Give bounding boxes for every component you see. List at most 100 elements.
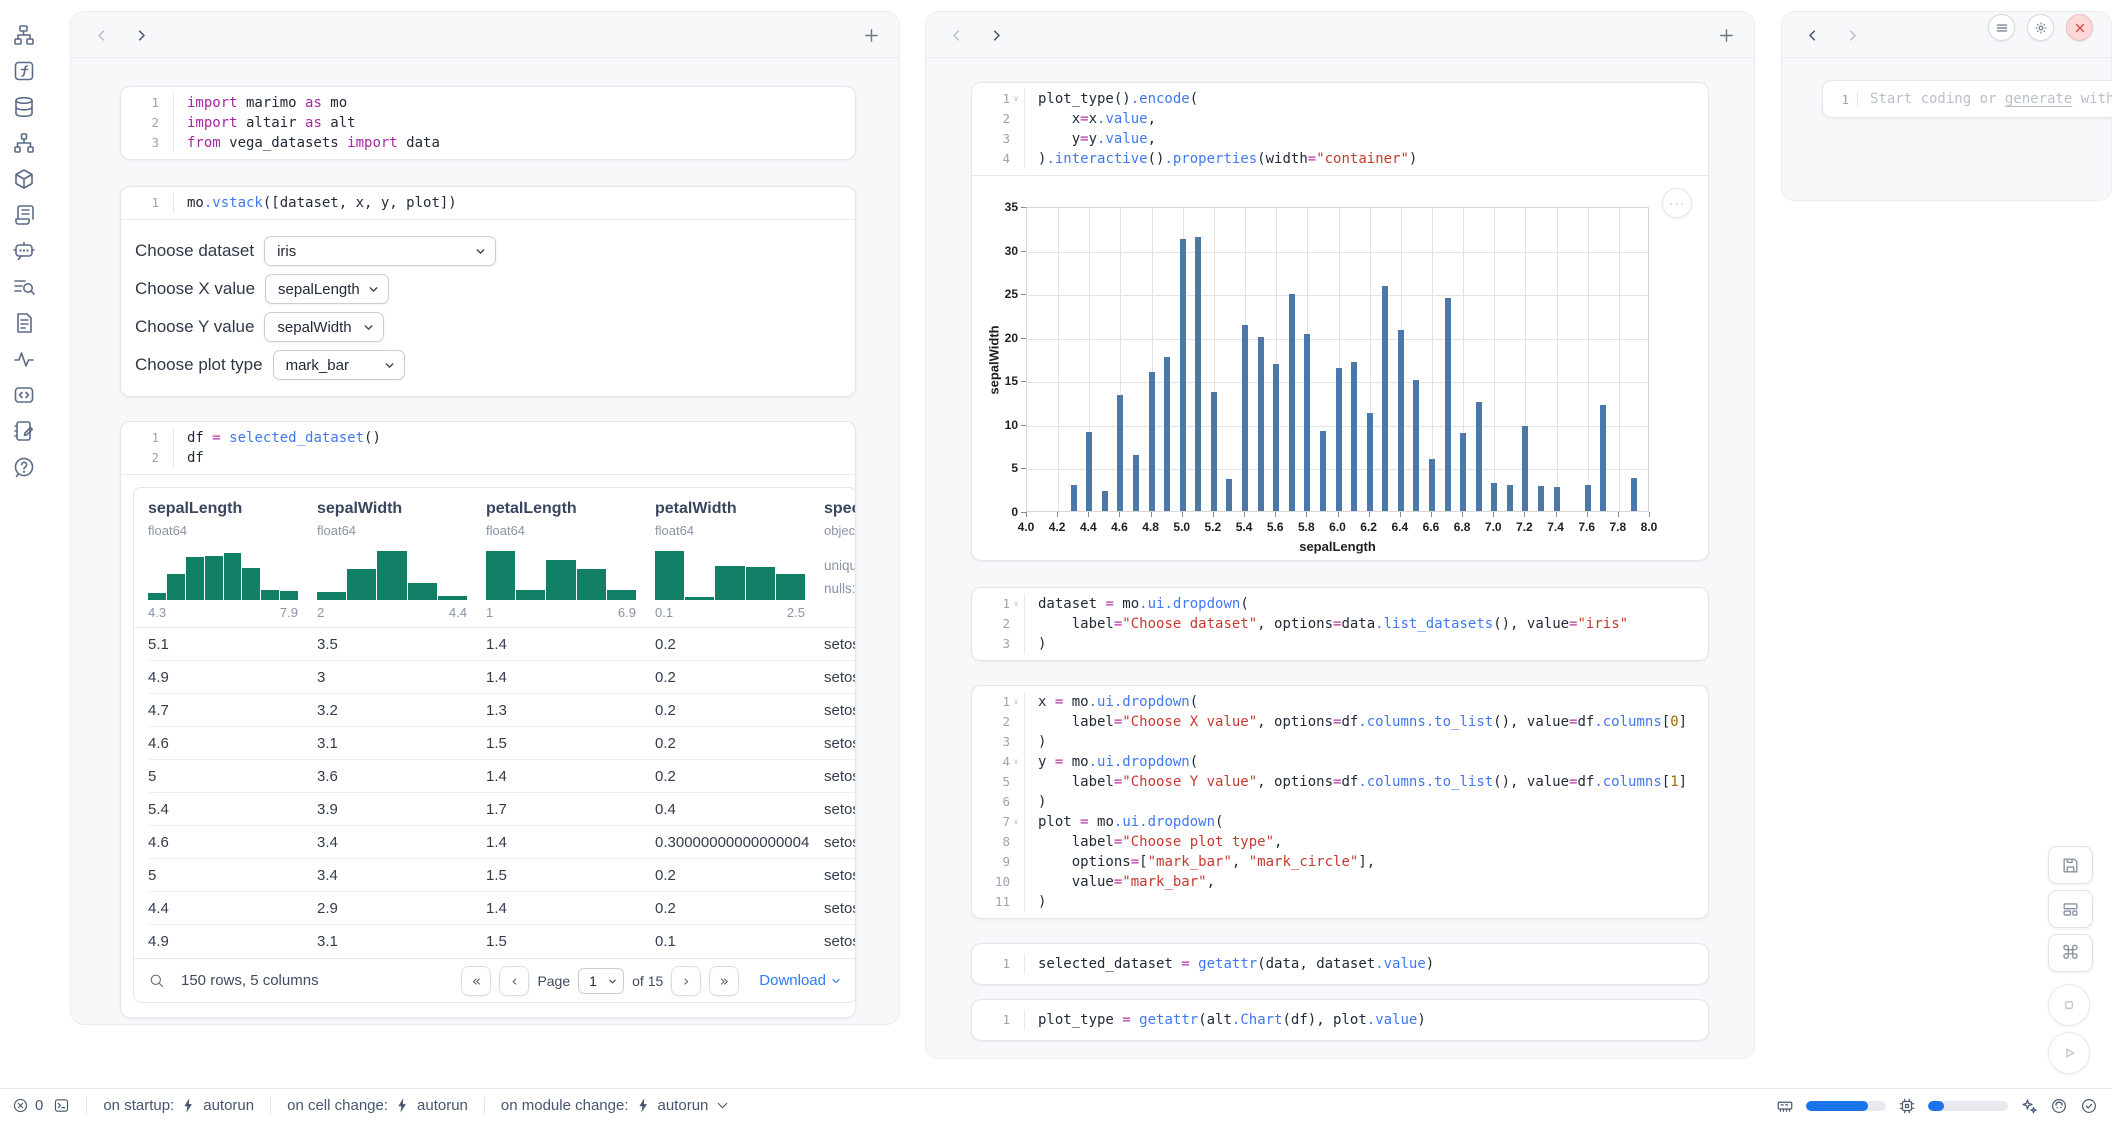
table-row[interactable]: 53.61.40.2setosa [148,760,856,793]
error-count[interactable]: 0 [12,1097,43,1114]
prev-column-button[interactable] [946,25,966,45]
rail-outline-search-button[interactable] [11,274,37,300]
code-editor[interactable]: 1df = selected_dataset()2df [121,422,855,474]
runtime-config-3[interactable]: on module change:autorun [501,1097,731,1114]
chart-bar[interactable] [1102,491,1108,511]
cell-xy-plot-dropdowns[interactable]: 1∨x = mo.ui.dropdown(2 label="Choose X v… [971,685,1709,919]
chart-bar[interactable] [1273,364,1279,511]
column-histogram[interactable] [486,548,636,600]
table-row[interactable]: 4.42.91.40.2setosa [148,892,856,925]
chart-bar[interactable] [1336,368,1342,511]
chart-bar[interactable] [1413,380,1419,511]
prev-column-button[interactable] [1802,25,1822,45]
table-row[interactable]: 4.931.40.2setosa [148,661,856,694]
rail-scratchpad-button[interactable] [11,418,37,444]
chart-bar[interactable] [1211,392,1217,511]
fold-chevron-icon[interactable]: ∨ [1010,812,1022,832]
rail-variables-button[interactable] [11,58,37,84]
next-column-button[interactable] [131,25,151,45]
chart-bar[interactable] [1445,298,1451,511]
cell-dataframe[interactable]: 1df = selected_dataset()2dfsepalLengthfl… [120,421,856,1018]
chart-bar[interactable] [1226,479,1232,511]
cell-plot-type[interactable]: 1plot_type = getattr(alt.Chart(df), plot… [971,999,1709,1041]
sparkles-icon[interactable] [2020,1097,2038,1115]
table-row[interactable]: 4.63.11.50.2setosa [148,727,856,760]
chart-bar[interactable] [1631,478,1637,511]
runtime-config-2[interactable]: on cell change:autorun [287,1097,468,1114]
shutdown-button[interactable] [2066,14,2093,41]
command-palette-button[interactable]: ⌘ [2048,934,2093,972]
chart-bar[interactable] [1320,431,1326,511]
chart-bar[interactable] [1476,402,1482,511]
table-row[interactable]: 4.63.41.40.30000000000000004setosa [148,826,856,859]
code-editor[interactable]: 1selected_dataset = getattr(data, datase… [972,948,1708,980]
chart-bar[interactable] [1195,237,1201,511]
save-button[interactable] [2048,846,2093,884]
chart-bar[interactable] [1149,372,1155,511]
next-page-button[interactable]: › [671,966,701,996]
table-row[interactable]: 4.93.11.50.1setosa [148,925,856,958]
chart-bar[interactable] [1507,485,1513,511]
chart-bar[interactable] [1133,455,1139,511]
chart-bar[interactable] [1351,362,1357,511]
chart-bar[interactable] [1429,459,1435,511]
search-icon[interactable] [148,972,165,989]
layout-button[interactable] [2048,890,2093,928]
rail-help-button[interactable] [11,454,37,480]
dropdown-choose-y-value[interactable]: sepalWidth [264,312,384,342]
run-button[interactable] [2048,1032,2090,1074]
dropdown-choose-plot-type[interactable]: mark_bar [273,350,405,380]
rail-tracing-button[interactable] [11,346,37,372]
chart-bar[interactable] [1242,325,1248,511]
code-editor[interactable]: 1∨plot_type().encode(2 x=x.value,3 y=y.v… [972,83,1708,175]
assistant-robot-icon[interactable] [2050,1097,2068,1115]
cell-imports[interactable]: 1import marimo as mo2import altair as al… [120,86,856,160]
menu-button[interactable] [1988,14,2015,41]
last-page-button[interactable]: » [709,966,739,996]
cell-selected-dataset[interactable]: 1selected_dataset = getattr(data, datase… [971,943,1709,985]
rail-documentation-button[interactable] [11,310,37,336]
next-column-button[interactable] [986,25,1006,45]
chart-bar[interactable] [1522,426,1528,511]
table-row[interactable]: 5.43.91.70.4setosa [148,793,856,826]
chart-bar[interactable] [1086,432,1092,511]
table-row[interactable]: 5.13.51.40.2setosa [148,628,856,661]
code-editor[interactable]: 1∨dataset = mo.ui.dropdown(2 label="Choo… [972,588,1708,660]
first-page-button[interactable]: « [461,966,491,996]
chart-bar[interactable] [1117,395,1123,511]
chart-bar[interactable] [1398,330,1404,511]
rail-packages-button[interactable] [11,166,37,192]
chart-actions-button[interactable]: ··· [1662,188,1692,218]
empty-code-cell[interactable]: 1 Start coding or generate with AI [1822,80,2112,118]
chart-bar[interactable] [1585,485,1591,511]
code-editor[interactable]: 1mo.vstack([dataset, x, y, plot]) [121,187,855,219]
stop-button[interactable] [2048,984,2090,1026]
chart-bar[interactable] [1289,294,1295,511]
dropdown-choose-dataset[interactable]: iris [264,236,496,266]
chart-bar[interactable] [1071,485,1077,511]
prev-page-button[interactable]: ‹ [499,966,529,996]
chart-bar[interactable] [1600,405,1606,511]
column-histogram[interactable] [655,548,805,600]
rail-snippets-button[interactable] [11,382,37,408]
terminal-button[interactable] [53,1097,70,1114]
rail-dependency-graph-button[interactable] [11,130,37,156]
generate-link[interactable]: generate [2005,91,2072,107]
next-column-button[interactable] [1842,25,1862,45]
download-button[interactable]: Download [759,972,842,989]
cell-plot-encode[interactable]: 1∨plot_type().encode(2 x=x.value,3 y=y.v… [971,82,1709,561]
fold-chevron-icon[interactable]: ∨ [1010,692,1022,712]
table-row[interactable]: 53.41.50.2setosa [148,859,856,892]
rail-chat-assistant-button[interactable] [11,238,37,264]
dropdown-choose-x-value[interactable]: sepalLength [265,274,389,304]
fold-chevron-icon[interactable]: ∨ [1010,752,1022,772]
chart-bar[interactable] [1164,357,1170,511]
chart-bar[interactable] [1304,334,1310,511]
fold-chevron-icon[interactable]: ∨ [1010,89,1022,109]
chart-bar[interactable] [1460,433,1466,511]
chart-bar[interactable] [1382,286,1388,511]
table-row[interactable]: 4.73.21.30.2setosa [148,694,856,727]
runtime-config-1[interactable]: on startup:autorun [103,1097,254,1114]
chart-bar[interactable] [1367,413,1373,511]
cpu-icon[interactable] [1898,1097,1916,1115]
